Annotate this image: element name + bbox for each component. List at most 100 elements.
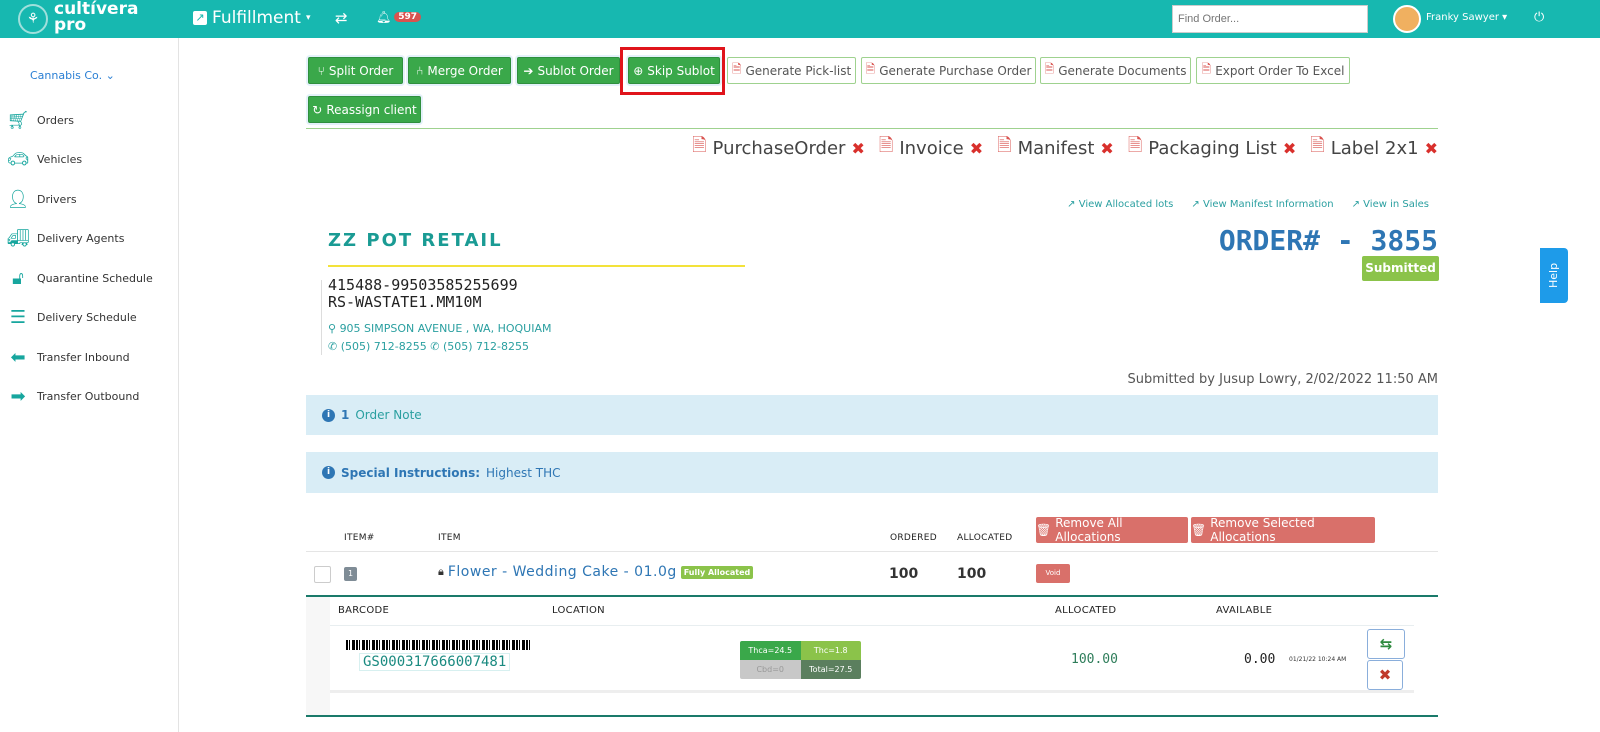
merge-order-button[interactable]: ⑃ Merge Order xyxy=(408,57,511,84)
customer-address[interactable]: ⚲ 905 SIMPSON AVENUE , WA, HOQUIAM xyxy=(328,322,551,335)
thc-value: Thc=1.8 xyxy=(800,641,861,660)
remove-icon[interactable]: ✖ xyxy=(1283,139,1296,158)
external-icon: ↗ xyxy=(193,11,207,25)
document-packaging-list[interactable]: 🗎 Packaging List ✖ xyxy=(1128,133,1296,163)
merge-icon: ⑃ xyxy=(416,63,424,78)
row-checkbox[interactable] xyxy=(314,566,331,583)
skip-sublot-button[interactable]: ⊕ Skip Sublot xyxy=(628,57,720,84)
allocation-subtable: BARCODE LOCATION ALLOCATED AVAILABLE GS0… xyxy=(330,597,1414,693)
notifications[interactable]: 🔔︎ 597 xyxy=(376,10,422,24)
col-available: AVAILABLE xyxy=(1216,605,1273,616)
order-number: ORDER# - 3855 xyxy=(1218,224,1438,257)
info-icon: i xyxy=(322,466,335,479)
remove-icon[interactable]: ✖ xyxy=(970,139,983,158)
document-manifest[interactable]: 🗎 Manifest ✖ xyxy=(997,133,1114,163)
divider xyxy=(306,715,1438,717)
col-itemno: ITEM# xyxy=(344,533,375,543)
user-menu[interactable]: Franky Sawyer ▾ xyxy=(1426,12,1507,23)
cbd-value: Cbd=0 xyxy=(740,660,801,679)
sidebar-item-quarantine[interactable]: 🔓︎ Quarantine Schedule xyxy=(5,268,153,289)
refresh-icon: ↻ xyxy=(312,102,323,117)
module-dropdown[interactable]: ↗ Fulfillment ▾ xyxy=(193,8,311,28)
barcode-value: GS000317666007481 xyxy=(359,653,511,671)
generate-po-button[interactable]: 🗎 Generate Purchase Order xyxy=(861,57,1036,84)
remove-selected-allocations-button[interactable]: 🗑︎ Remove Selected Allocations xyxy=(1191,516,1375,544)
order-note-banner[interactable]: i 1 Order Note xyxy=(306,395,1438,435)
sidebar-item-delivery-agents[interactable]: 🚚︎ Delivery Agents xyxy=(5,228,125,249)
remove-icon[interactable]: ✖ xyxy=(1425,139,1438,158)
arrow-circle-icon: ➔ xyxy=(523,63,534,78)
sublot-order-button[interactable]: ➔ Sublot Order xyxy=(517,57,620,84)
view-in-sales-link[interactable]: ↗ View in Sales xyxy=(1352,199,1429,210)
switch-icon[interactable]: ⇄ xyxy=(335,9,348,27)
reallocate-button[interactable]: ⇆ xyxy=(1367,629,1405,659)
col-ordered: ORDERED xyxy=(890,533,937,543)
unlock-icon: 🔓︎ xyxy=(12,268,24,289)
pdf-icon: 🗎 xyxy=(1044,62,1055,76)
pdf-icon: 🗎 xyxy=(878,135,894,156)
sidebar-item-vehicles[interactable]: 🚗︎ Vehicles xyxy=(5,149,83,170)
trash-icon: 🗑︎ xyxy=(1036,523,1052,537)
logo[interactable]: cultívera pro xyxy=(54,1,138,34)
document-label[interactable]: 🗎 Label 2x1 ✖ xyxy=(1310,133,1438,163)
divider xyxy=(306,551,1438,552)
remove-allocation-button[interactable]: ✖ xyxy=(1367,660,1403,690)
phone-link[interactable]: (505) 712-8255 xyxy=(443,340,529,353)
sidebar-item-drivers[interactable]: 👤︎ Drivers xyxy=(5,189,77,210)
fully-allocated-badge: Fully Allocated xyxy=(680,565,754,579)
col-sub-allocated: ALLOCATED xyxy=(1055,605,1117,616)
sidebar-item-transfer-outbound[interactable]: ➡ Transfer Outbound xyxy=(5,386,139,407)
allocated-qty: 100 xyxy=(957,566,987,582)
sub-gutter xyxy=(306,597,330,715)
trash-icon: 🗑︎ xyxy=(1191,523,1207,537)
item-link[interactable]: Flower - Wedding Cake - 01.0g xyxy=(448,564,677,580)
void-button[interactable]: Void xyxy=(1036,564,1070,583)
document-list: 🗎 PurchaseOrder ✖ 🗎 Invoice ✖ 🗎 Manifest ✖ 🗎 Pa… xyxy=(692,133,1438,163)
arrow-right-icon: ➡ xyxy=(10,386,26,407)
branch-icon: ⑂ xyxy=(317,63,325,78)
customer-phones: ✆ (505) 712-8255 ✆ (505) 712-8255 xyxy=(328,340,529,353)
map-marker-icon: ⚲ xyxy=(328,322,337,335)
sidebar-item-transfer-inbound[interactable]: ⬅ Transfer Inbound xyxy=(5,347,129,368)
plus-circle-icon: ⊕ xyxy=(633,63,644,78)
ordered-qty: 100 xyxy=(889,566,919,582)
remove-icon[interactable]: ✖ xyxy=(851,139,864,158)
divider xyxy=(306,128,1438,129)
item-cell: 🔒︎ Flower - Wedding Cake - 01.0g Fully A… xyxy=(438,564,754,580)
total-value: Total=27.5 xyxy=(800,660,861,679)
company-dropdown[interactable]: Cannabis Co. ⌄ xyxy=(30,69,115,82)
generate-picklist-button[interactable]: 🗎 Generate Pick-list xyxy=(727,57,856,84)
reassign-client-button[interactable]: ↻ Reassign client xyxy=(308,96,421,123)
avatar[interactable] xyxy=(1393,5,1421,33)
lock-icon: 🔒︎ xyxy=(438,565,444,578)
export-excel-button[interactable]: 🗎 Export Order To Excel xyxy=(1196,57,1350,84)
submitted-by: Submitted by Jusup Lowry, 2/02/2022 11:5… xyxy=(1127,372,1438,387)
document-purchaseorder[interactable]: 🗎 PurchaseOrder ✖ xyxy=(692,133,865,163)
sidebar-item-delivery-schedule[interactable]: ☰ Delivery Schedule xyxy=(5,307,137,328)
retweet-icon: ⇆ xyxy=(1379,635,1393,653)
pdf-icon: 🗎 xyxy=(692,135,707,156)
special-instructions-banner: i Special Instructions: Highest THC xyxy=(306,452,1438,493)
col-location: LOCATION xyxy=(552,605,605,616)
phone-link[interactable]: (505) 712-8255 xyxy=(341,340,427,353)
help-tab[interactable]: Help xyxy=(1540,248,1568,303)
order-links: ↗ View Allocated lots ↗ View Manifest In… xyxy=(1067,199,1429,210)
pdf-icon: 🗎 xyxy=(1127,135,1143,156)
remove-all-allocations-button[interactable]: 🗑︎ Remove All Allocations xyxy=(1036,516,1188,544)
view-allocated-lots-link[interactable]: ↗ View Allocated lots xyxy=(1067,199,1173,210)
pdf-icon: 🗎 xyxy=(731,62,742,76)
status-badge: Submitted xyxy=(1362,256,1439,281)
power-icon[interactable]: ⏻ xyxy=(1534,10,1544,25)
sidebar-item-orders[interactable]: 🛒︎ Orders xyxy=(5,110,74,131)
top-navbar: ⚘ cultíverapro ↗Fulfillment▾ ⇄ 🔔︎597 Fra… xyxy=(0,0,1600,38)
view-manifest-link[interactable]: ↗ View Manifest Information xyxy=(1191,199,1333,210)
document-invoice[interactable]: 🗎 Invoice ✖ xyxy=(879,133,983,163)
user-icon: 👤︎ xyxy=(6,189,30,210)
generate-documents-button[interactable]: 🗎 Generate Documents xyxy=(1040,57,1191,84)
remove-icon[interactable]: ✖ xyxy=(1100,139,1113,158)
split-order-button[interactable]: ⑂ Split Order xyxy=(308,57,403,84)
col-allocated: ALLOCATED xyxy=(957,533,1013,543)
col-barcode: BARCODE xyxy=(338,605,390,616)
info-icon: i xyxy=(322,408,335,422)
find-order-input[interactable] xyxy=(1172,5,1368,33)
